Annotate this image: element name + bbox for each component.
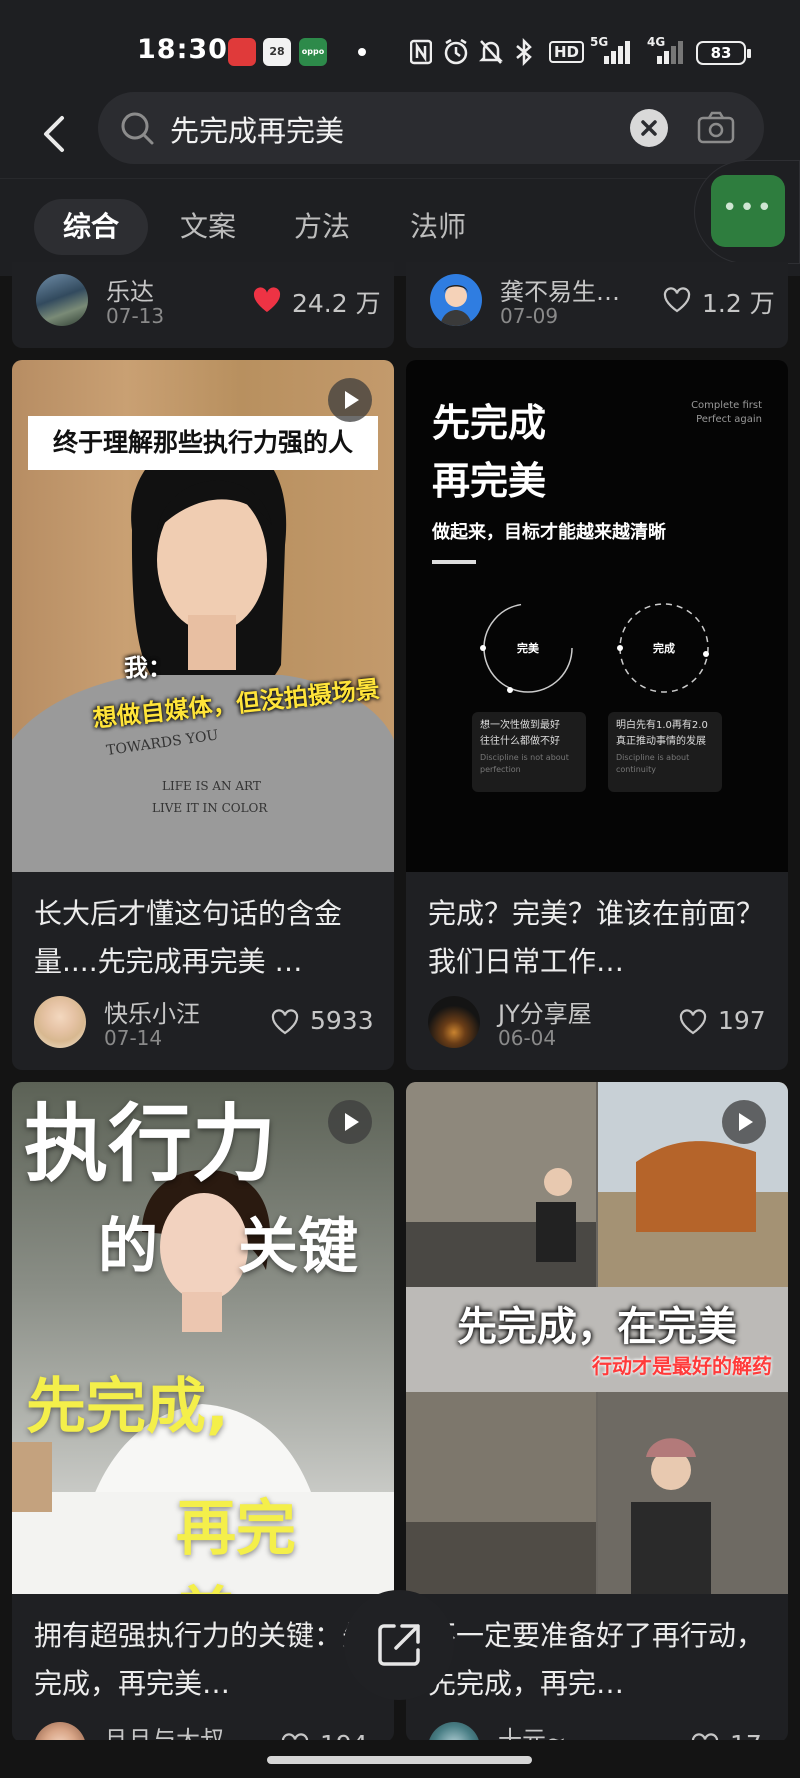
bluetooth-icon — [513, 37, 535, 67]
calendar-app-icon: 28 — [263, 38, 291, 66]
overlay-heading: 的 — [98, 1212, 158, 1282]
like-count: 5933 — [310, 1006, 374, 1035]
svg-text:LIFE IS AN ART: LIFE IS AN ART — [162, 779, 261, 793]
chevron-left-icon — [44, 116, 64, 152]
feed-card[interactable]: TOWARDS YOU LIFE IS AN ART LIVE IT IN CO… — [12, 360, 394, 1070]
play-button[interactable] — [722, 1100, 766, 1144]
camera-icon — [697, 111, 735, 144]
5g-signal-icon: 5G — [590, 35, 634, 66]
floating-menu-button[interactable]: ••• — [694, 160, 800, 264]
video-thumbnail[interactable]: 执行力 的 关键 先完成, 再完美。 — [12, 1082, 394, 1594]
avatar[interactable] — [36, 274, 88, 326]
status-time: 18:30 — [137, 34, 228, 65]
feed-card[interactable]: 先完成，在完美 行动才是最好的解药 不一定要准备好了再行动，先完成，再完… 十元… — [406, 1082, 788, 1742]
post-date: 06-04 — [498, 1026, 557, 1050]
overlay-heading: 关键 — [238, 1212, 358, 1282]
cycle-diagram-icon — [480, 603, 709, 693]
avatar[interactable] — [428, 1722, 480, 1742]
author-name: 快乐小汪 — [104, 1000, 200, 1028]
info-box: 明白先有1.0再有2.0 真正推动事情的发展 Discipline is abo… — [608, 712, 722, 792]
diagram-label: 完成 — [653, 642, 675, 655]
tab-methods[interactable]: 方法 — [274, 199, 370, 255]
search-icon — [121, 112, 154, 145]
avatar[interactable] — [34, 1722, 86, 1742]
system-nav-bar — [0, 1740, 800, 1778]
share-icon — [378, 1624, 420, 1666]
video-thumbnail[interactable]: 先完成 再完美 Complete first Perfect again 做起来… — [406, 360, 788, 872]
play-button[interactable] — [328, 1100, 372, 1144]
oppo-app-icon: oppo — [299, 38, 327, 66]
like-count: 24.2 万 — [292, 289, 381, 318]
weibo-app-icon — [228, 38, 256, 66]
hd-icon: HD — [549, 41, 585, 63]
post-title[interactable]: 完成？完美？谁该在前面？ 我们日常工作… — [428, 890, 778, 986]
tab-comprehensive[interactable]: 综合 — [34, 199, 148, 255]
overlay-caption: 再完美。 — [176, 1494, 296, 1594]
battery-indicator: 83 — [696, 41, 751, 65]
4g-signal-icon: 4G — [647, 35, 687, 66]
feed-card[interactable]: 先完成 再完美 Complete first Perfect again 做起来… — [406, 360, 788, 1070]
app-screen: 18:30 28 oppo HD 5G 4G 83 先完成再完美 综合 文案 方… — [0, 0, 800, 1778]
heart-outline-icon[interactable] — [678, 1008, 708, 1036]
clear-search-button[interactable] — [630, 109, 668, 147]
play-button[interactable] — [328, 378, 372, 422]
more-icon: ••• — [711, 175, 785, 247]
overlay-caption: 行动才是最好的解药 — [592, 1354, 772, 1378]
alarm-icon — [443, 38, 469, 66]
post-title[interactable]: 拥有超强执行力的关键：先完成，再完美… — [34, 1612, 384, 1708]
author-name: 十元~ — [498, 1726, 567, 1742]
tab-copywriting[interactable]: 文案 — [160, 199, 256, 255]
post-date: 07-13 — [106, 304, 165, 328]
mute-icon — [478, 38, 504, 66]
post-title[interactable]: 长大后才懂这句话的含金量....先完成再完美 … — [34, 890, 384, 986]
overlay-heading: 执行力 — [24, 1095, 277, 1193]
search-input[interactable]: 先完成再完美 — [170, 108, 344, 150]
avatar[interactable] — [34, 996, 86, 1048]
status-bar: 18:30 28 oppo HD 5G 4G 83 — [0, 0, 800, 92]
post-date: 07-09 — [500, 304, 559, 328]
like-count: 197 — [718, 1006, 766, 1035]
heart-outline-icon[interactable] — [662, 286, 692, 314]
nfc-icon — [409, 38, 433, 66]
notification-dot-icon — [358, 48, 366, 56]
play-icon — [345, 391, 359, 409]
author-name: 龚不易生… — [500, 278, 620, 306]
tab-master[interactable]: 法师 — [390, 199, 486, 255]
video-overlay-banner: 终于理解那些执行力强的人 — [28, 416, 378, 470]
share-button[interactable] — [344, 1590, 454, 1700]
back-button[interactable] — [36, 106, 76, 162]
camera-search-button[interactable] — [694, 106, 738, 150]
play-icon — [345, 1113, 359, 1131]
author-name: 乐达 — [106, 278, 154, 306]
author-name: JY分享屋 — [498, 1000, 592, 1028]
like-count: 1.2 万 — [702, 289, 775, 318]
overlay-caption: 我： — [124, 654, 172, 682]
avatar[interactable] — [430, 274, 482, 326]
post-title[interactable]: 不一定要准备好了再行动，先完成，再完… — [428, 1612, 778, 1708]
home-indicator[interactable] — [267, 1756, 532, 1764]
post-date: 07-14 — [104, 1026, 163, 1050]
feed-card-partial-left[interactable]: 乐达 07-13 24.2 万 — [12, 262, 394, 348]
search-bar[interactable]: 先完成再完美 — [98, 92, 764, 164]
feed-card-partial-right[interactable]: 龚不易生… 07-09 1.2 万 — [406, 262, 788, 348]
author-name: 旦旦与大叔 — [104, 1726, 224, 1742]
search-header: 先完成再完美 — [0, 92, 800, 178]
heart-filled-icon[interactable] — [252, 286, 282, 314]
video-thumbnail[interactable]: 先完成，在完美 行动才是最好的解药 — [406, 1082, 788, 1594]
overlay-caption: 先完成, — [26, 1372, 229, 1442]
video-thumbnail[interactable]: TOWARDS YOU LIFE IS AN ART LIVE IT IN CO… — [12, 360, 394, 872]
feed-card[interactable]: 执行力 的 关键 先完成, 再完美。 拥有超强执行力的关键：先完成，再完美… 旦… — [12, 1082, 394, 1742]
heart-outline-icon[interactable] — [270, 1008, 300, 1036]
avatar[interactable] — [428, 996, 480, 1048]
close-icon — [641, 120, 657, 136]
info-box: 想一次性做到最好 往往什么都做不好 Discipline is not abou… — [472, 712, 586, 792]
play-icon — [739, 1113, 753, 1131]
overlay-heading: 先完成，在完美 — [457, 1304, 737, 1350]
svg-text:LIVE IT IN COLOR: LIVE IT IN COLOR — [152, 801, 268, 815]
diagram-label: 完美 — [517, 642, 539, 655]
